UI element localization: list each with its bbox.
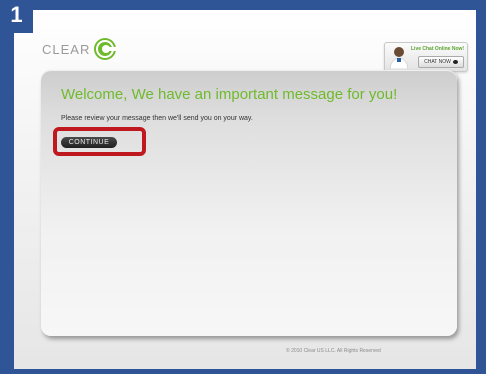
clear-logo[interactable]: CLEAR [42,37,118,61]
logo-text: CLEAR [42,41,91,57]
chat-title: Live Chat Online Now! [411,46,465,52]
message-panel: Welcome, We have an important message fo… [41,70,457,336]
browser-page: CLEAR Live Chat Online Now! CHAT NOW Wel… [14,10,476,369]
chat-now-label: CHAT NOW [424,59,451,65]
continue-button[interactable]: CONTINUE [61,137,117,148]
agent-avatar-icon [389,47,409,69]
message-text: Please review your message then we'll se… [61,115,253,122]
live-chat-widget[interactable]: Live Chat Online Now! CHAT NOW [384,42,468,72]
page-title: Welcome, We have an important message fo… [61,86,398,103]
copyright-footer: © 2010 Clear US LLC. All Rights Reserved [286,348,381,354]
chat-now-button[interactable]: CHAT NOW [418,56,464,68]
screenshot-frame: 1 CLEAR Live Chat Online Now! CHAT NOW W… [0,0,486,374]
clear-logo-icon [94,38,118,60]
chat-bubble-icon [452,59,458,64]
step-badge: 1 [0,0,33,33]
